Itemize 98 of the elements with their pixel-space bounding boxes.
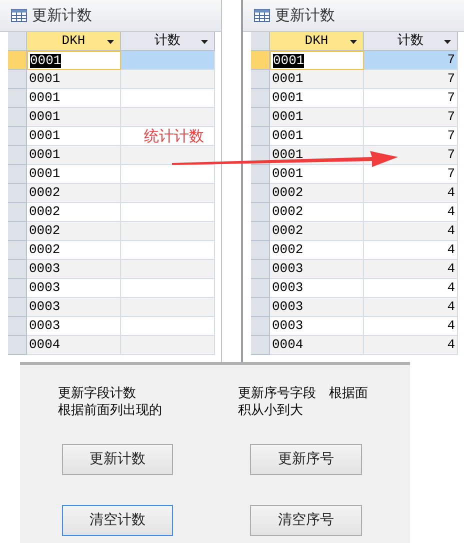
column-header[interactable]: 计数 — [121, 32, 215, 51]
action-button[interactable]: 更新计数 — [62, 444, 173, 475]
table-cell: 0001 — [27, 108, 121, 127]
window-title: 更新计数 — [275, 5, 335, 26]
row-selector[interactable] — [251, 260, 270, 279]
table-cell: 0003 — [270, 317, 364, 336]
table-cell: 4 — [364, 279, 458, 298]
table-cell: 0004 — [270, 336, 364, 355]
row-selector[interactable] — [8, 51, 27, 70]
row-selector[interactable] — [8, 203, 27, 222]
row-selector[interactable] — [8, 241, 27, 260]
table-cell: 0003 — [270, 279, 364, 298]
row-selector[interactable] — [251, 203, 270, 222]
table-icon — [254, 9, 270, 22]
table-cell: 0001 — [270, 127, 364, 146]
table-cell: 4 — [364, 222, 458, 241]
table-cell: 0003 — [270, 298, 364, 317]
table-cell: 0001 — [270, 89, 364, 108]
table-cell: 7 — [364, 108, 458, 127]
table-cell: 7 — [364, 165, 458, 184]
row-selector[interactable] — [8, 260, 27, 279]
column-header[interactable]: DKH — [270, 32, 364, 51]
row-selector[interactable] — [8, 279, 27, 298]
row-selector[interactable] — [251, 298, 270, 317]
row-selector[interactable] — [251, 89, 270, 108]
table-icon — [11, 9, 27, 22]
table-cell: 7 — [364, 70, 458, 89]
table-cell: 7 — [364, 127, 458, 146]
row-selector[interactable] — [251, 127, 270, 146]
row-selector[interactable] — [8, 165, 27, 184]
row-selector[interactable] — [8, 298, 27, 317]
table-cell: 0001 — [27, 89, 121, 108]
table-cell: 0001 — [270, 108, 364, 127]
table-cell: 0002 — [27, 222, 121, 241]
table-cell: 0002 — [270, 203, 364, 222]
table-cell: 0001 — [270, 165, 364, 184]
table-cell: 0004 — [27, 336, 121, 355]
row-selector[interactable] — [251, 241, 270, 260]
table-cell: 4 — [364, 184, 458, 203]
row-selector[interactable] — [251, 279, 270, 298]
table-cell: 0001 — [27, 165, 121, 184]
row-selector[interactable] — [8, 336, 27, 355]
row-selector[interactable] — [251, 222, 270, 241]
dropdown-icon — [444, 40, 451, 44]
table-cell: 7 — [364, 51, 458, 70]
table-cell: 0003 — [27, 317, 121, 336]
table-cell: 0003 — [270, 260, 364, 279]
select-all-corner[interactable] — [8, 32, 27, 51]
table-cell: 0002 — [27, 241, 121, 260]
table-cell: 4 — [364, 241, 458, 260]
table-cell: 0001 — [27, 146, 121, 165]
row-selector[interactable] — [251, 108, 270, 127]
table-cell: 0001 — [27, 70, 121, 89]
table-cell: 0001 — [27, 51, 121, 70]
row-selector[interactable] — [8, 184, 27, 203]
row-selector[interactable] — [251, 317, 270, 336]
row-selector[interactable] — [8, 146, 27, 165]
table-cell: 4 — [364, 260, 458, 279]
table-cell: 7 — [364, 89, 458, 108]
action-button[interactable]: 清空序号 — [250, 505, 362, 536]
table-cell: 0002 — [270, 184, 364, 203]
table-cell: 0001 — [270, 51, 364, 70]
row-selector[interactable] — [8, 108, 27, 127]
table-cell: 0003 — [27, 298, 121, 317]
row-selector[interactable] — [251, 165, 270, 184]
table-cell: 4 — [364, 317, 458, 336]
row-selector[interactable] — [8, 70, 27, 89]
table-cell: 0003 — [27, 260, 121, 279]
action-button[interactable]: 更新序号 — [250, 444, 362, 475]
table-cell: 0002 — [270, 241, 364, 260]
action-button[interactable]: 清空计数 — [62, 505, 173, 536]
row-selector[interactable] — [251, 70, 270, 89]
row-selector[interactable] — [8, 317, 27, 336]
table-cell: 0002 — [27, 184, 121, 203]
row-selector[interactable] — [8, 222, 27, 241]
annotation-text: 统计计数 — [144, 128, 204, 144]
table-cell: 0002 — [270, 222, 364, 241]
dropdown-icon — [107, 40, 114, 44]
row-selector[interactable] — [8, 89, 27, 108]
select-all-corner[interactable] — [251, 32, 270, 51]
table-cell: 4 — [364, 298, 458, 317]
window-title: 更新计数 — [32, 5, 92, 26]
row-selector[interactable] — [251, 51, 270, 70]
column-header[interactable]: 计数 — [364, 32, 458, 51]
column-header[interactable]: DKH — [27, 32, 121, 51]
table-cell: 0001 — [270, 70, 364, 89]
description-text: 更新序号字段 根据面 积从小到大 — [238, 385, 369, 420]
table-cell: 4 — [364, 203, 458, 222]
table-cell: 0002 — [27, 203, 121, 222]
table-cell: 4 — [364, 336, 458, 355]
description-text: 更新字段计数 根据前面列出现的 — [58, 385, 163, 420]
row-selector[interactable] — [8, 127, 27, 146]
dropdown-icon — [201, 40, 208, 44]
row-selector[interactable] — [251, 184, 270, 203]
dropdown-icon — [350, 40, 357, 44]
table-cell: 0001 — [27, 127, 121, 146]
table-cell: 0003 — [27, 279, 121, 298]
row-selector[interactable] — [251, 336, 270, 355]
